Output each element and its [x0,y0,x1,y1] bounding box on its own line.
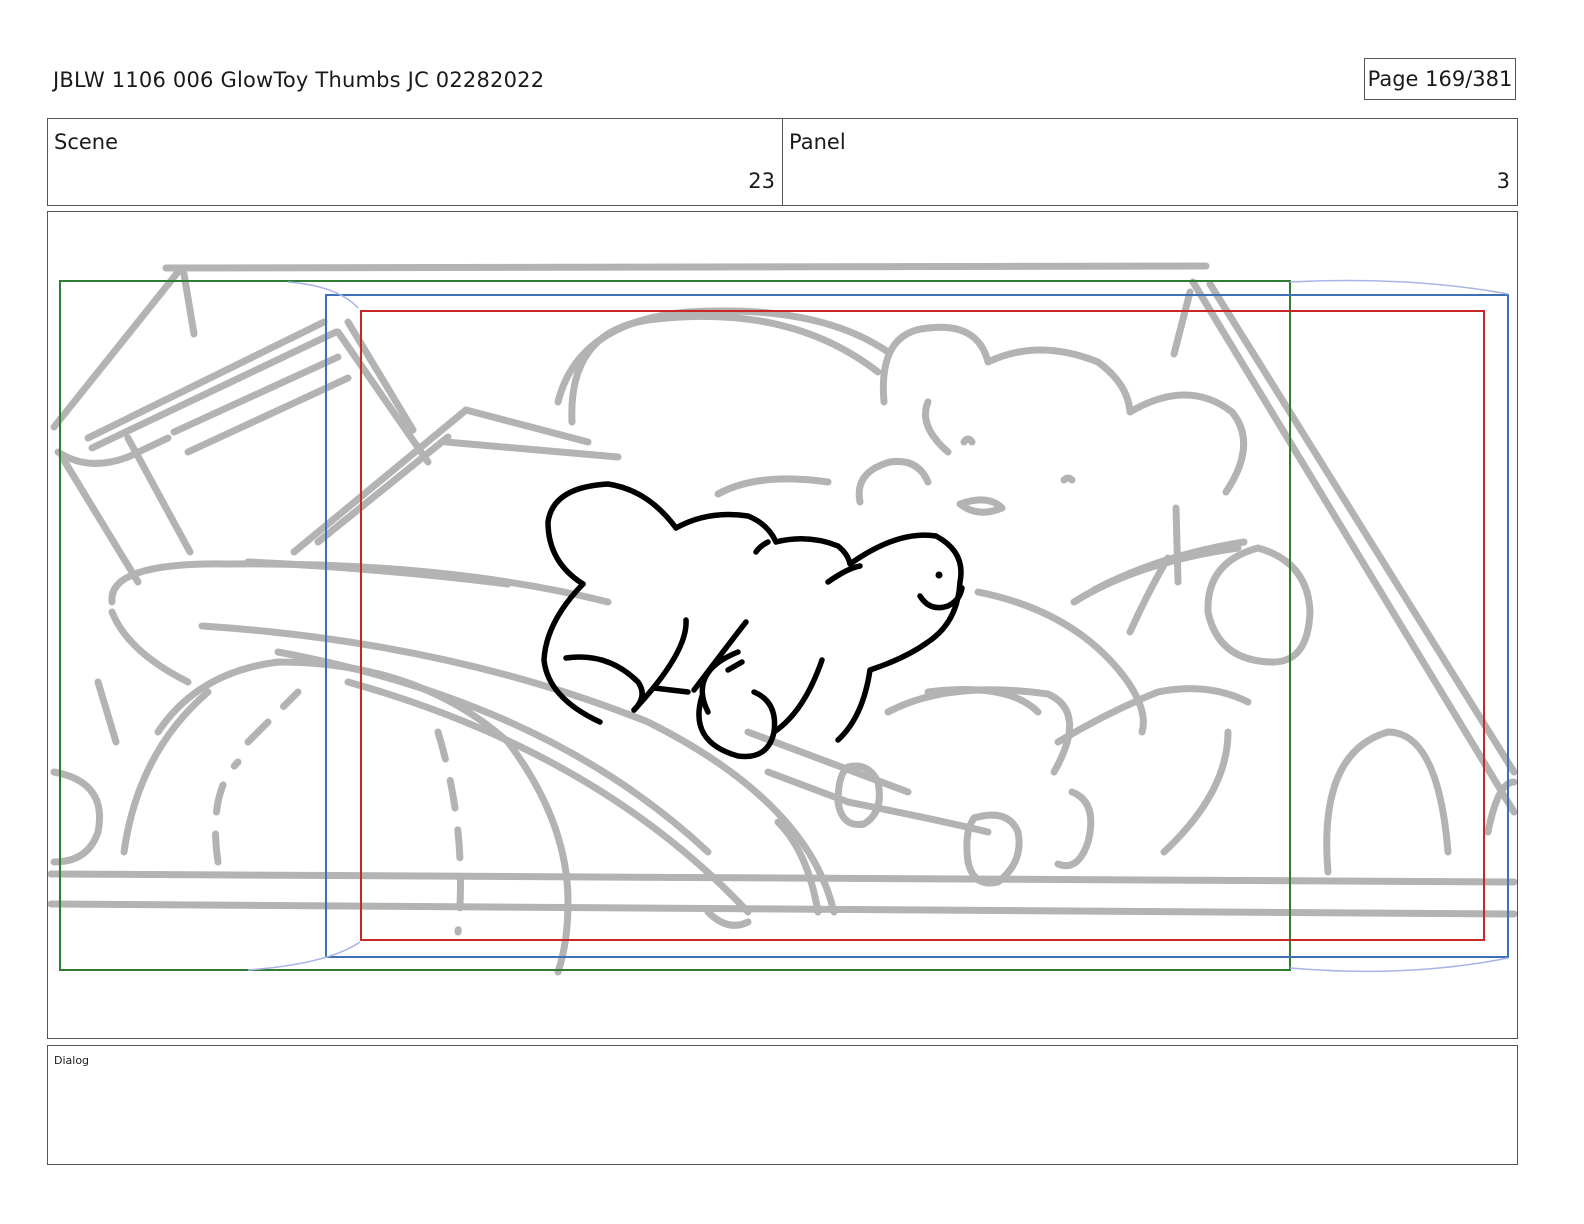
camera-frame-green [59,280,1291,971]
dialog-label: Dialog [54,1054,90,1067]
camera-move-arrow-bottom-right [1289,957,1509,973]
dialog-box: Dialog [47,1045,1518,1165]
document-title: JBLW 1106 006 GlowToy Thumbs JC 02282022 [53,68,545,92]
scene-cell: Scene 23 [48,119,783,205]
storyboard-frame [47,211,1518,1039]
scene-panel-info-row: Scene 23 Panel 3 [47,118,1518,206]
camera-frame-red [360,310,1485,941]
rough-sketch-layer [48,262,1517,976]
storyboard-sketch [48,262,1517,976]
panel-value: 3 [1496,169,1510,193]
scene-value: 23 [748,169,775,193]
page-number: Page 169/381 [1367,67,1513,91]
page-number-box: Page 169/381 [1364,58,1516,100]
camera-move-arrow-top-right [1289,279,1509,295]
scene-label: Scene [54,130,119,154]
camera-frame-blue [325,294,1509,958]
panel-cell: Panel 3 [783,119,1517,205]
character-eye [935,571,943,579]
glowtoy-character-drawing [541,481,965,760]
panel-label: Panel [789,130,846,154]
